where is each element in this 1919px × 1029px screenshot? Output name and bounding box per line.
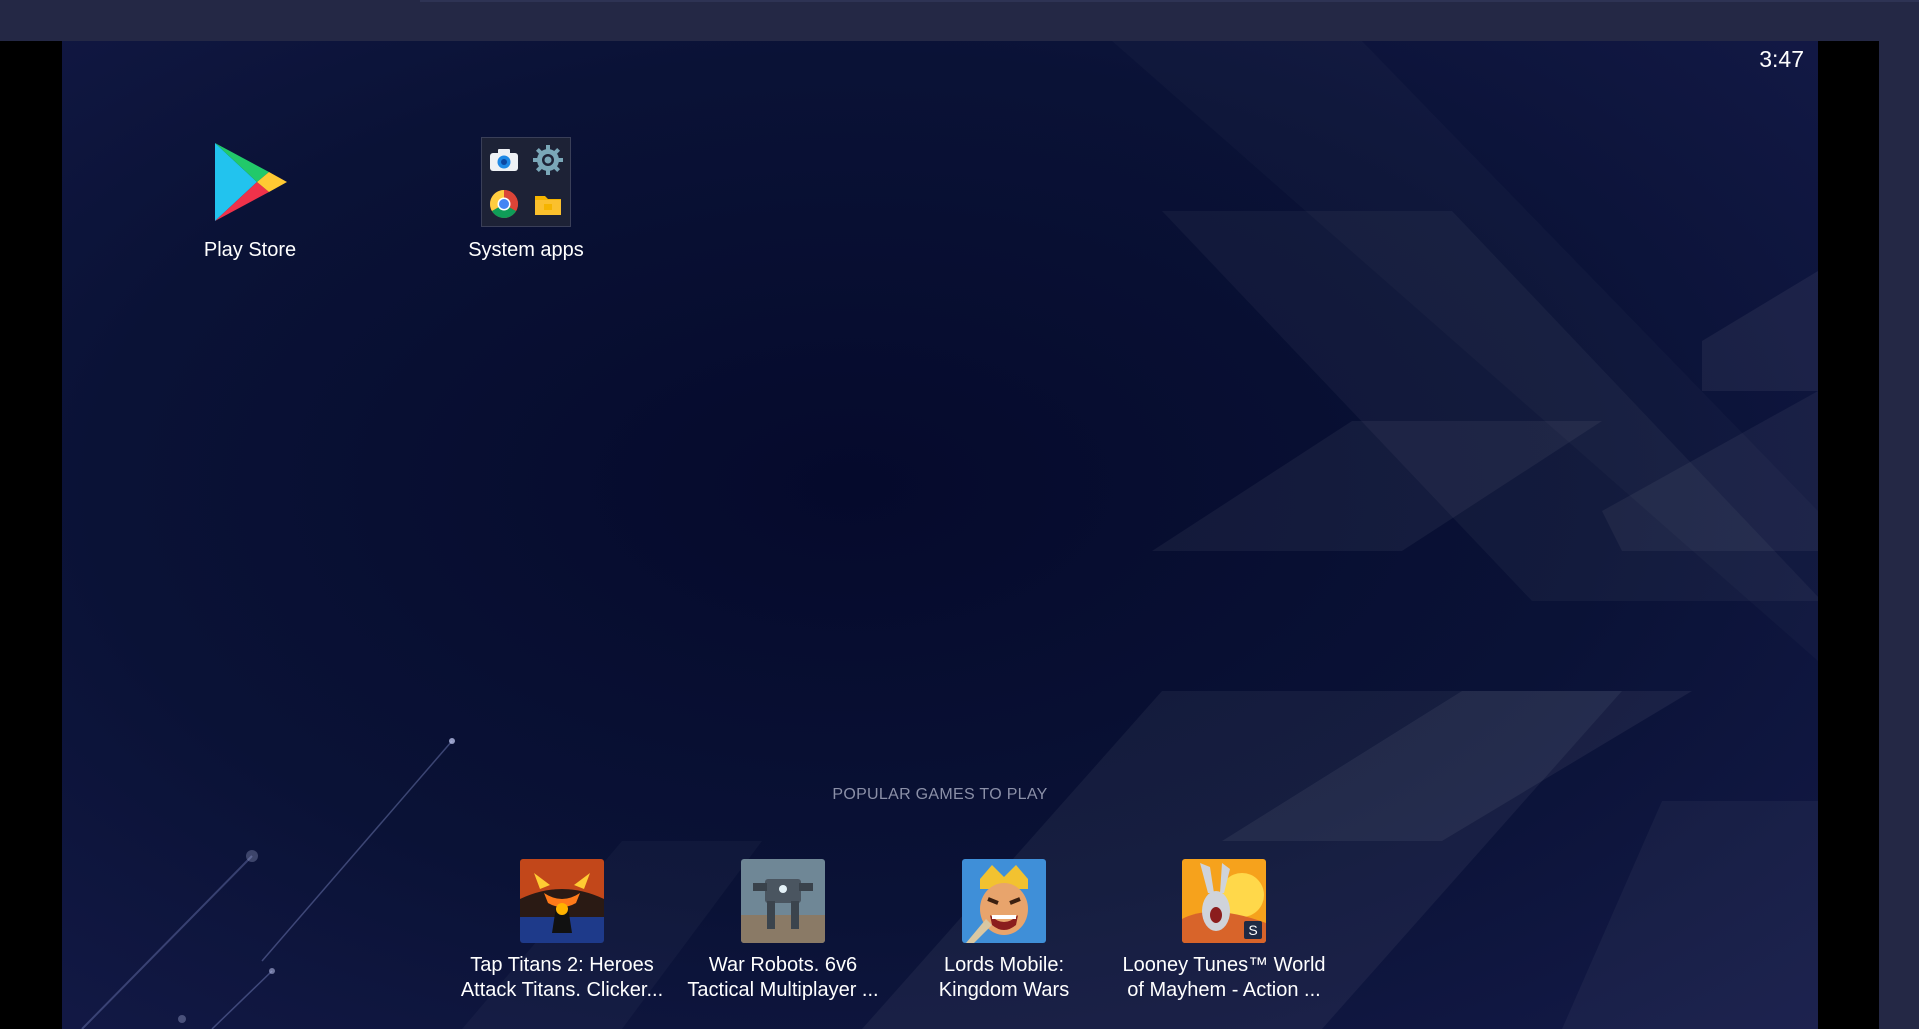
game-name-line1: Looney Tunes™ World: [1122, 954, 1326, 976]
popular-games-heading: POPULAR GAMES TO PLAY: [832, 786, 1048, 803]
game-name-line1: War Robots. 6v6: [708, 954, 858, 976]
game-name-line2: of Mayhem - Action ...: [1127, 979, 1321, 1001]
app-label: System apps: [468, 239, 584, 261]
window-right-frame: [1879, 41, 1919, 1029]
game-tap-titans[interactable]: Tap Titans 2: Heroes Attack Titans. Clic…: [452, 859, 672, 1003]
tap-titans-icon: [520, 859, 604, 943]
window-title-bar: [0, 0, 1919, 41]
app-play-store[interactable]: Play Store: [150, 137, 350, 262]
folder-icon: [481, 137, 571, 227]
android-home-screen[interactable]: 3:47 Play Store System apps POPULAR GAME…: [62, 41, 1818, 1029]
chrome-icon: [490, 190, 518, 218]
play-store-icon: [205, 137, 295, 227]
emulator-screen: 3:47 Play Store System apps POPULAR GAME…: [0, 41, 1879, 1029]
game-name-line2: Tactical Multiplayer ...: [687, 979, 879, 1001]
files-icon: [535, 196, 561, 215]
app-label: Play Store: [203, 239, 297, 261]
game-looney-tunes[interactable]: S Looney Tunes™ World of Mayhem - Action…: [1114, 859, 1334, 1003]
settings-icon: [533, 145, 563, 175]
svg-text:S: S: [1248, 922, 1257, 938]
app-system-apps-folder[interactable]: System apps: [426, 137, 626, 262]
game-name-line1: Tap Titans 2: Heroes: [470, 954, 654, 976]
lords-mobile-icon: [962, 859, 1046, 943]
game-name-line1: Lords Mobile:: [943, 954, 1065, 976]
war-robots-icon: [741, 859, 825, 943]
game-war-robots[interactable]: War Robots. 6v6 Tactical Multiplayer ...: [673, 859, 893, 1003]
game-lords-mobile[interactable]: Lords Mobile: Kingdom Wars: [894, 859, 1114, 1003]
game-name-line2: Attack Titans. Clicker...: [460, 979, 664, 1001]
camera-icon: [490, 149, 518, 171]
title-bar-accent: [420, 0, 1919, 2]
game-name-line2: Kingdom Wars: [938, 979, 1070, 1001]
status-clock: 3:47: [1759, 46, 1804, 72]
looney-tunes-icon: S: [1182, 859, 1266, 943]
